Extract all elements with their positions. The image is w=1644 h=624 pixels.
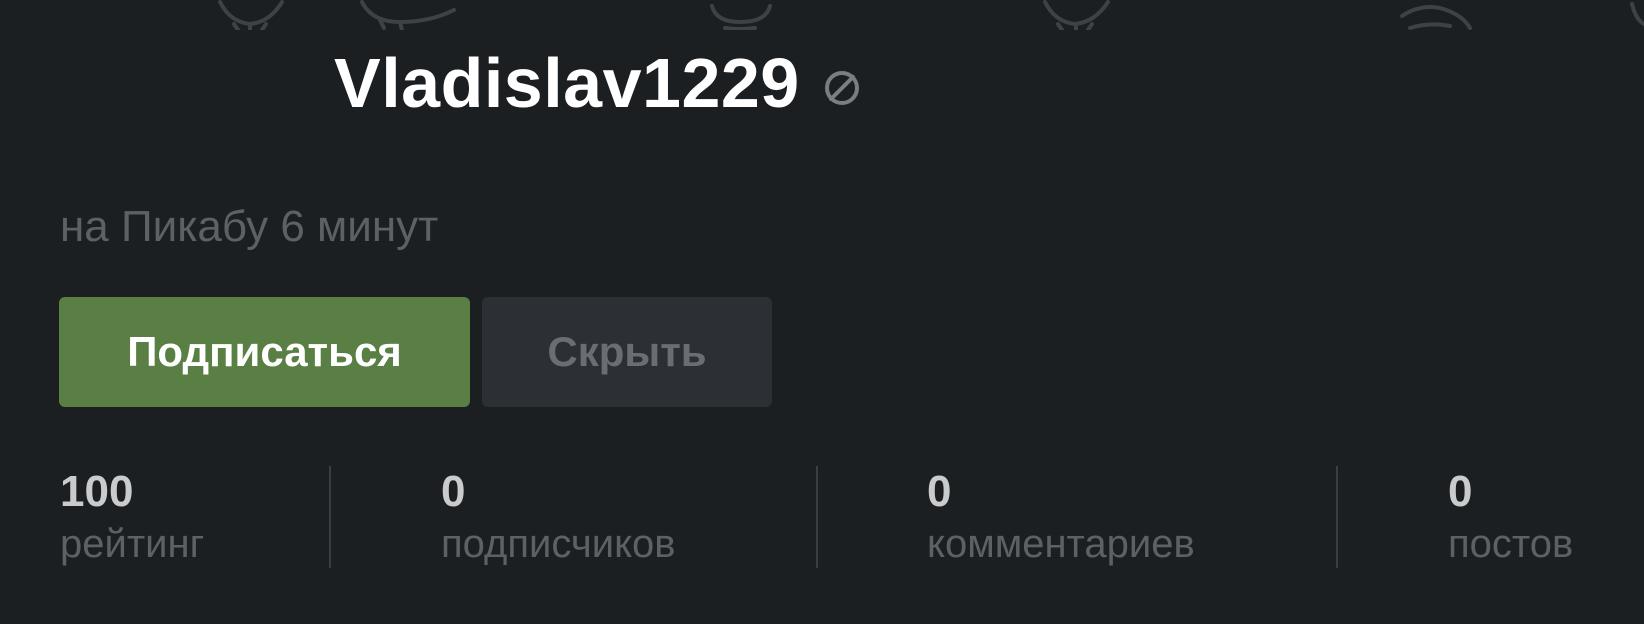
stat-divider xyxy=(816,466,818,568)
membership-duration: на Пикабу 6 минут xyxy=(60,202,439,251)
stat-value: 0 xyxy=(1448,467,1473,516)
stat-subscribers[interactable]: 0 подписчиков xyxy=(441,468,676,578)
profile-header-pattern xyxy=(0,0,1644,30)
username-row: Vladislav1229 xyxy=(334,38,862,128)
ignore-icon[interactable] xyxy=(822,68,862,108)
stat-rating[interactable]: 100 рейтинг xyxy=(60,468,204,578)
stat-value: 100 xyxy=(60,467,134,516)
username: Vladislav1229 xyxy=(334,44,800,122)
stat-label: подписчиков xyxy=(441,522,676,566)
hide-button[interactable]: Скрыть xyxy=(482,297,772,407)
stat-value: 0 xyxy=(441,467,466,516)
stat-label: рейтинг xyxy=(60,522,205,566)
subscribe-button[interactable]: Подписаться xyxy=(59,297,470,407)
stat-posts[interactable]: 0 постов xyxy=(1448,468,1573,578)
stat-divider xyxy=(1336,466,1338,568)
stat-comments[interactable]: 0 комментариев xyxy=(927,468,1195,578)
stat-label: комментариев xyxy=(927,522,1195,566)
stat-divider xyxy=(329,466,331,568)
stat-label: постов xyxy=(1448,522,1574,566)
stat-value: 0 xyxy=(927,467,952,516)
